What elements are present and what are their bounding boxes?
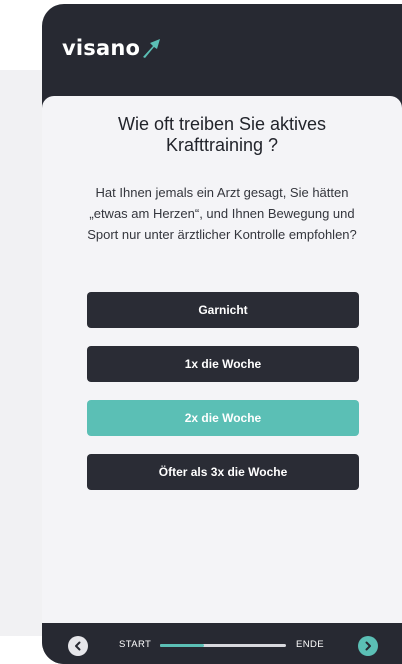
option-2x-woche[interactable]: 2x die Woche [87, 400, 359, 436]
option-label: 2x die Woche [184, 411, 262, 425]
chevron-left-icon [75, 641, 81, 651]
option-label: 1x die Woche [184, 357, 262, 371]
arrow-up-right-icon [143, 39, 161, 58]
answer-options: Garnicht 1x die Woche 2x die Woche Öfter… [87, 292, 359, 508]
chevron-right-icon [365, 641, 371, 651]
logo-text: visano [62, 36, 141, 60]
back-button[interactable] [68, 636, 88, 656]
progress-footer: START ENDE [42, 624, 402, 664]
question-card: Wie oft treiben Sie aktives Krafttrainin… [42, 96, 402, 623]
progress-fill [160, 644, 205, 647]
question-title: Wie oft treiben Sie aktives Krafttrainin… [117, 114, 327, 155]
end-label: ENDE [296, 639, 324, 650]
option-oefter-3x-woche[interactable]: Öfter als 3x die Woche [87, 454, 359, 490]
phone-frame: visano Wie oft treiben Sie aktives Kraft… [42, 4, 402, 664]
option-garnicht[interactable]: Garnicht [87, 292, 359, 328]
question-subtitle: Hat Ihnen jemals ein Arzt gesagt, Sie hä… [87, 185, 357, 242]
start-label: START [119, 639, 152, 650]
next-button[interactable] [358, 636, 378, 656]
logo[interactable]: visano [62, 36, 161, 60]
option-label: Öfter als 3x die Woche [158, 465, 288, 479]
app-header: visano [42, 4, 402, 96]
option-1x-woche[interactable]: 1x die Woche [87, 346, 359, 382]
option-label: Garnicht [198, 303, 248, 317]
progress-bar [160, 644, 286, 647]
